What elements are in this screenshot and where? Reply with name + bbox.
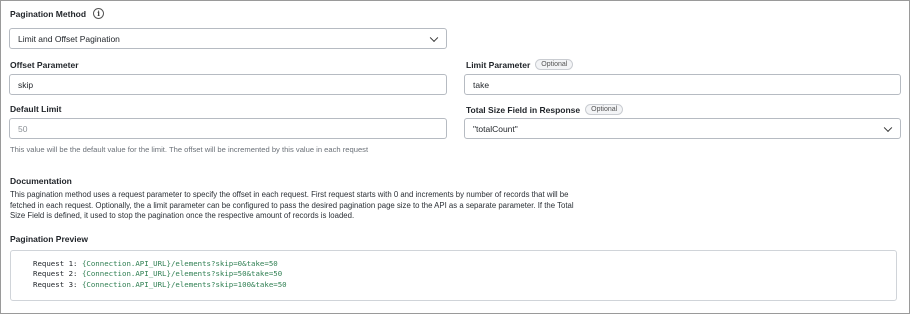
request-url: {Connection.API_URL}/elements?skip=100&t… [81, 279, 287, 289]
offset-parameter-label-text: Offset Parameter [10, 60, 79, 70]
limit-parameter-label-text: Limit Parameter [466, 59, 531, 70]
documentation-text: This pagination method uses a request pa… [10, 190, 700, 222]
default-limit-help: This value will be the default value for… [10, 145, 369, 154]
optional-badge: Optional [585, 104, 624, 115]
default-limit-input[interactable]: 50 [9, 118, 447, 139]
documentation-line: This pagination method uses a request pa… [10, 190, 569, 199]
offset-parameter-label: Offset Parameter [10, 60, 79, 70]
request-url: {Connection.API_URL}/elements?skip=0&tak… [81, 259, 278, 268]
offset-parameter-input[interactable]: skip [9, 74, 447, 95]
total-size-field-selected: "totalCount" [473, 123, 518, 134]
info-icon[interactable]: i [93, 8, 105, 19]
documentation-line: Size Field is defined, it used to stop t… [10, 211, 355, 220]
total-size-field-select[interactable]: "totalCount" [464, 118, 901, 139]
chevron-down-icon [883, 123, 893, 132]
limit-parameter-value: take [473, 79, 490, 90]
pagination-settings-panel: Pagination Method i Limit and Offset Pag… [0, 0, 910, 314]
limit-parameter-input[interactable]: take [464, 74, 901, 95]
pagination-method-label: Pagination Method i [10, 8, 105, 19]
pagination-method-selected: Limit and Offset Pagination [18, 33, 120, 44]
request-prefix: Request 3: [33, 279, 82, 289]
pagination-method-select[interactable]: Limit and Offset Pagination [9, 28, 447, 49]
chevron-down-icon [429, 33, 439, 42]
offset-parameter-value: skip [18, 79, 34, 90]
pagination-preview-heading-text: Pagination Preview [10, 234, 88, 244]
documentation-heading: Documentation [10, 176, 72, 186]
default-limit-label-text: Default Limit [10, 104, 62, 114]
default-limit-value: 50 [18, 123, 28, 134]
preview-request-line: Request 2: {Connection.API_URL}/elements… [33, 269, 896, 279]
limit-parameter-label: Limit Parameter Optional [466, 59, 574, 70]
total-size-field-label-text: Total Size Field in Response [466, 104, 581, 115]
preview-request-line: Request 3: {Connection.API_URL}/elements… [33, 280, 896, 290]
total-size-field-label: Total Size Field in Response Optional [466, 104, 624, 115]
pagination-preview-box: Request 1: {Connection.API_URL}/elements… [10, 250, 897, 301]
request-prefix: Request 1: [33, 259, 82, 268]
optional-badge: Optional [535, 59, 574, 70]
request-prefix: Request 2: [33, 269, 82, 279]
request-url: {Connection.API_URL}/elements?skip=50&ta… [81, 269, 283, 279]
preview-request-line: Request 1: {Connection.API_URL}/elements… [33, 259, 896, 269]
documentation-heading-text: Documentation [10, 176, 72, 186]
default-limit-label: Default Limit [10, 104, 61, 114]
pagination-method-label-text: Pagination Method [10, 8, 87, 19]
pagination-preview-heading: Pagination Preview [10, 234, 88, 244]
documentation-line: fetched in each request. Optionally, the… [10, 200, 574, 210]
